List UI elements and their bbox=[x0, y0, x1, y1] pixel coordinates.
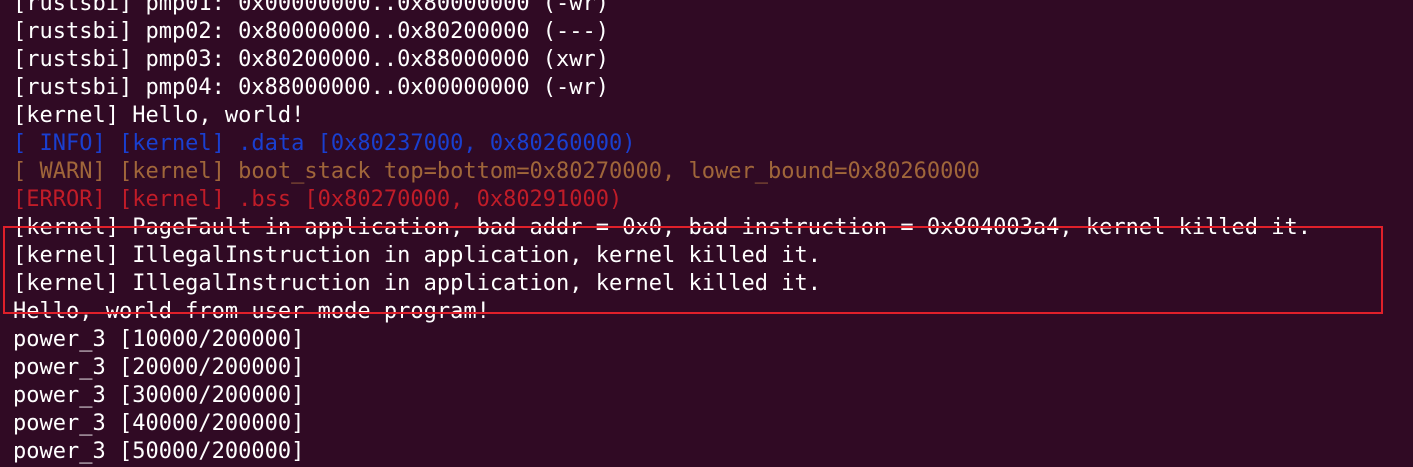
terminal-line-illegal-1: [kernel] IllegalInstruction in applicati… bbox=[13, 243, 821, 268]
terminal-line-pagefault: [kernel] PageFault in application, bad a… bbox=[13, 215, 1312, 240]
terminal-line-hello: [kernel] Hello, world! bbox=[13, 103, 305, 128]
terminal-line-power-5: power_3 [50000/200000] bbox=[13, 439, 305, 464]
terminal-line-info: [ INFO] [kernel] .data [0x80237000, 0x80… bbox=[13, 131, 636, 156]
terminal-line-power-4: power_3 [40000/200000] bbox=[13, 411, 305, 436]
terminal-line-pmp04: [rustsbi] pmp04: 0x88000000..0x00000000 … bbox=[13, 75, 610, 100]
terminal-line-power-3: power_3 [30000/200000] bbox=[13, 383, 305, 408]
terminal-line-error: [ERROR] [kernel] .bss [0x80270000, 0x802… bbox=[13, 187, 623, 212]
terminal-line-power-1: power_3 [10000/200000] bbox=[13, 327, 305, 352]
terminal-line-pmp02: [rustsbi] pmp02: 0x80000000..0x80200000 … bbox=[13, 19, 610, 44]
terminal-line-illegal-2: [kernel] IllegalInstruction in applicati… bbox=[13, 271, 821, 296]
terminal-window[interactable]: [rustsbi] pmp01: 0x00000000..0x80000000 … bbox=[0, 0, 1413, 467]
terminal-line-pmp03: [rustsbi] pmp03: 0x80200000..0x88000000 … bbox=[13, 47, 610, 72]
terminal-output: [rustsbi] pmp01: 0x00000000..0x80000000 … bbox=[13, 0, 1311, 466]
terminal-line-warn: [ WARN] [kernel] boot_stack top=bottom=0… bbox=[13, 159, 980, 184]
terminal-line-user-hello: Hello, world from user mode program! bbox=[13, 299, 490, 324]
terminal-line-pmp01: [rustsbi] pmp01: 0x00000000..0x80000000 … bbox=[13, 0, 610, 16]
terminal-line-power-2: power_3 [20000/200000] bbox=[13, 355, 305, 380]
